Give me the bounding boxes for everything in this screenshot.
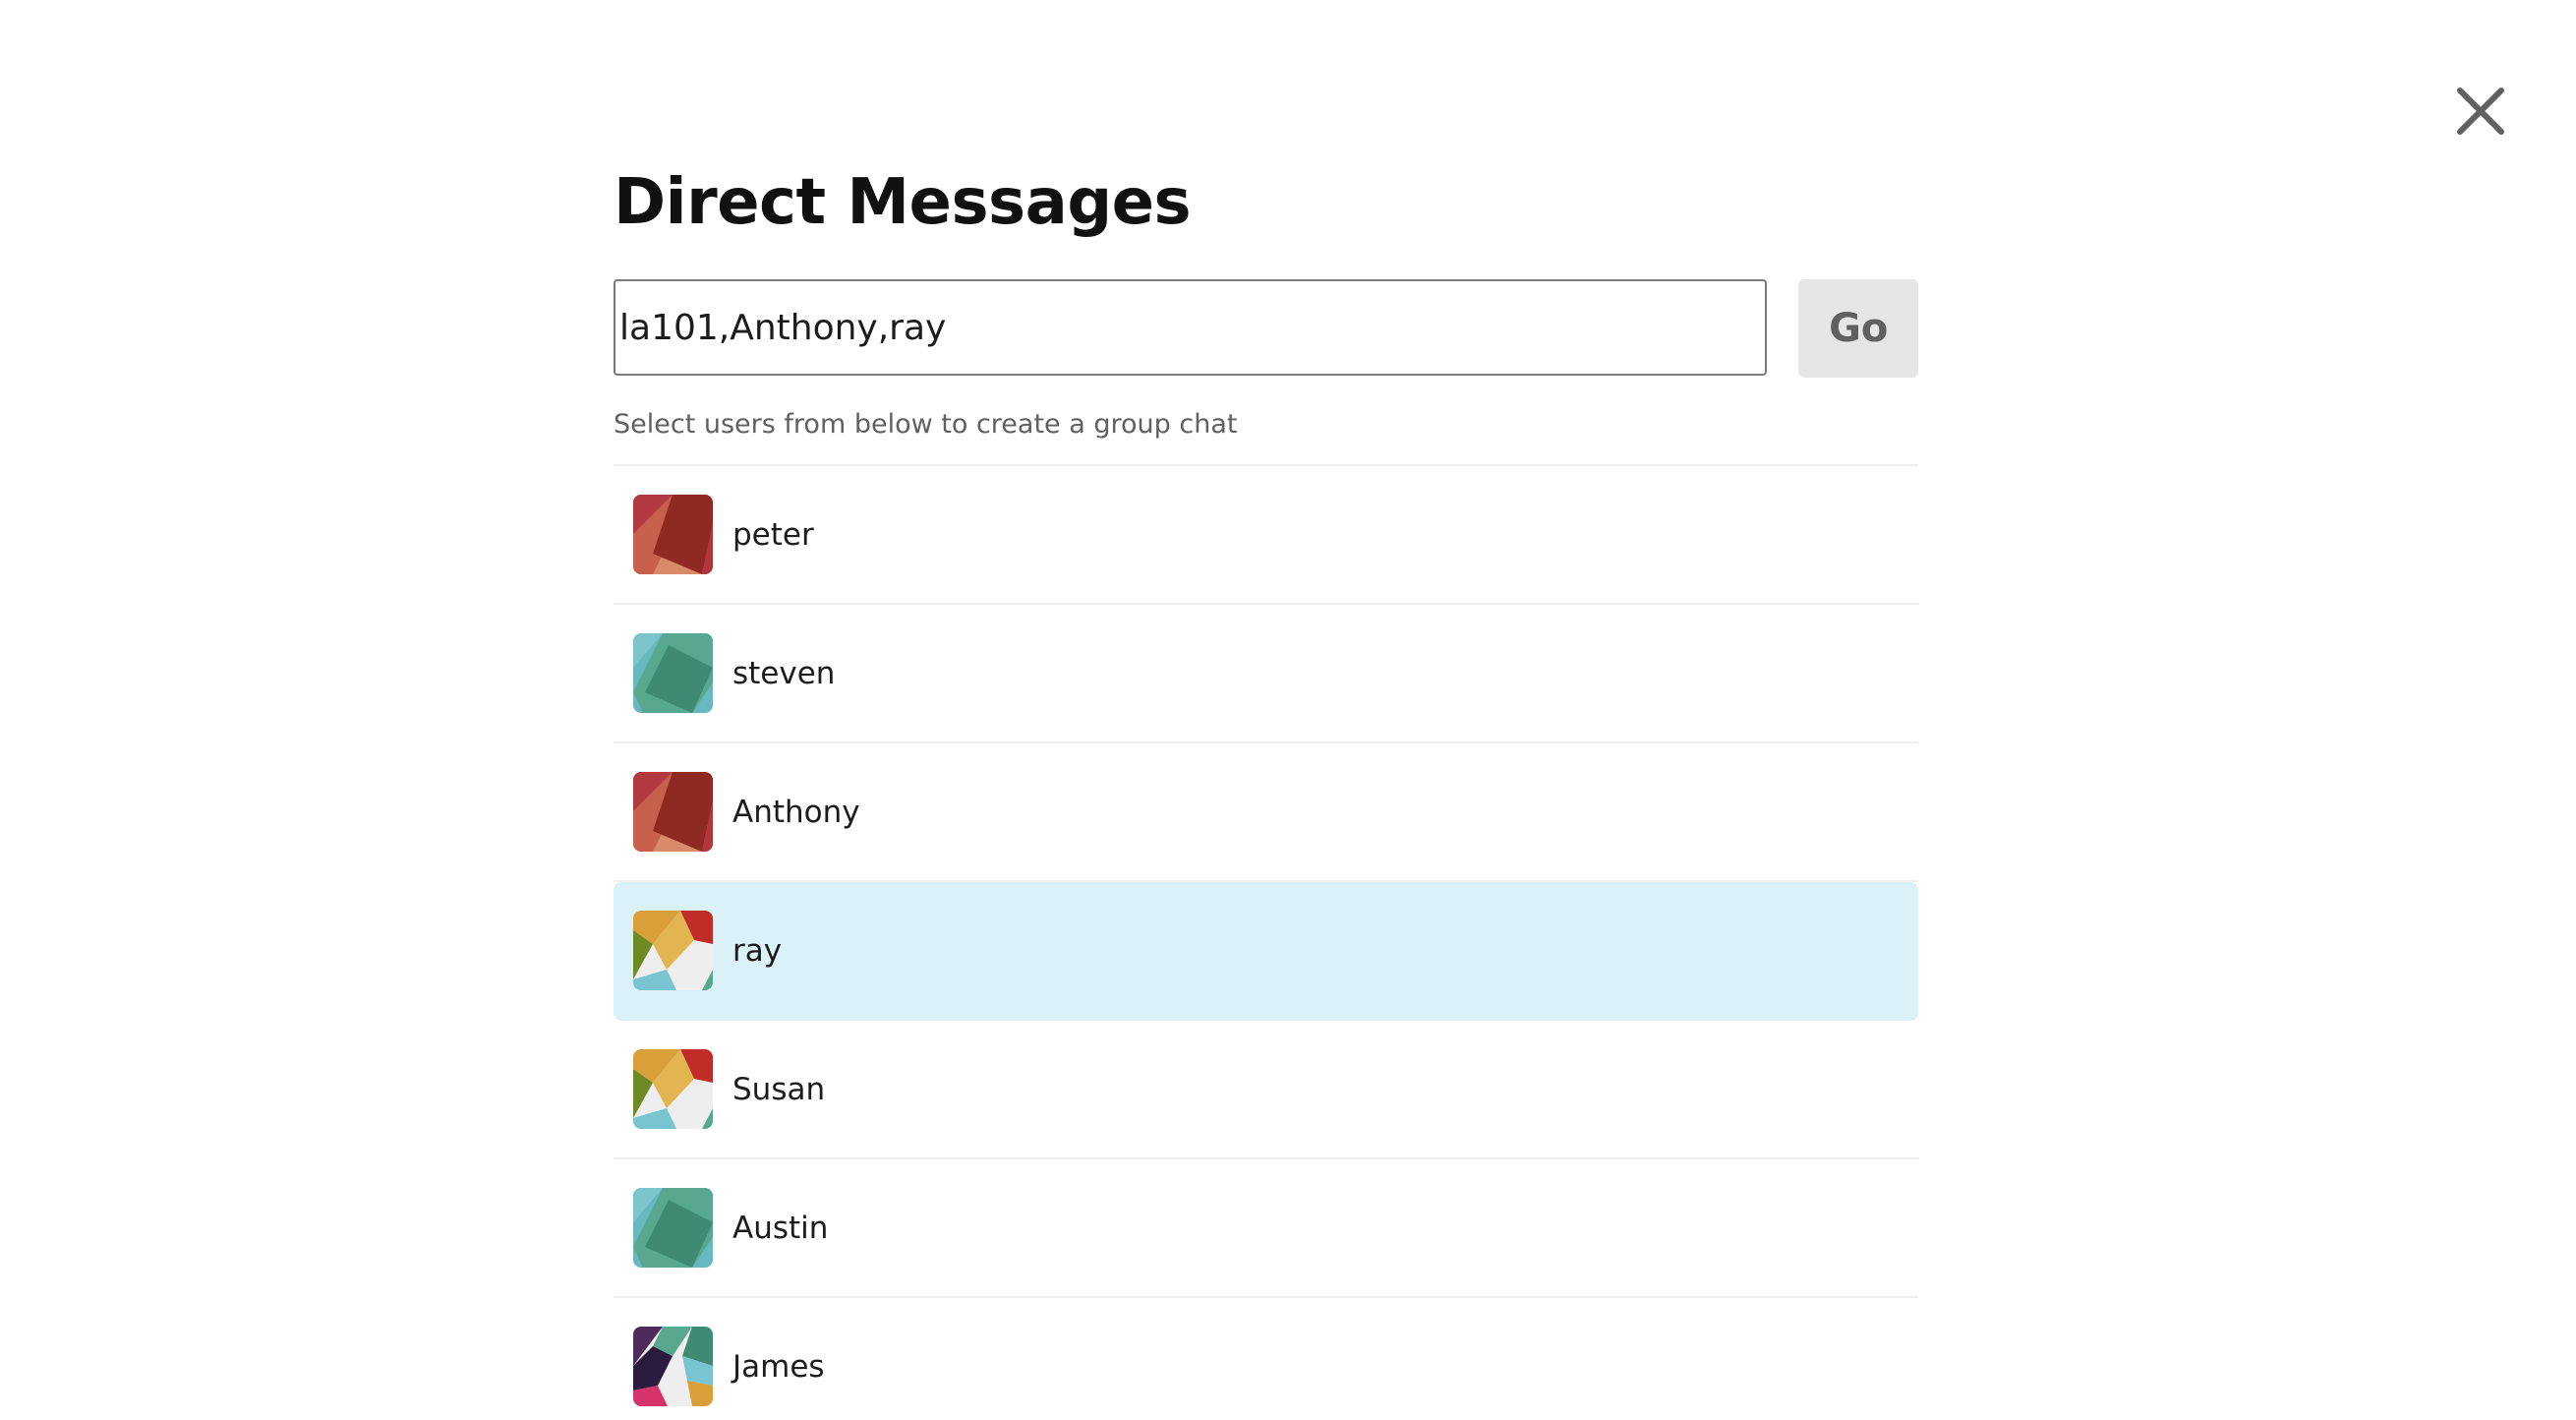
group-chat-hint: Select users from below to create a grou…: [614, 409, 1238, 440]
avatar: [633, 495, 713, 574]
close-icon: [2457, 88, 2504, 135]
close-button[interactable]: [2454, 85, 2507, 138]
user-name: James: [732, 1348, 825, 1385]
avatar: [633, 772, 713, 852]
user-name: ray: [732, 932, 783, 969]
go-button[interactable]: Go: [1798, 279, 1918, 378]
search-row: Go: [614, 279, 1918, 378]
user-row-susan[interactable]: Susan: [614, 1021, 1918, 1159]
user-row-steven[interactable]: steven: [614, 605, 1918, 743]
user-list: peter steven Anthony ray Susan Austin James: [614, 464, 1918, 1420]
user-name: peter: [732, 516, 814, 553]
avatar: [633, 633, 713, 713]
modal-content: Direct Messages Go Select users from bel…: [614, 161, 1918, 1420]
avatar: [633, 1327, 713, 1406]
user-row-james[interactable]: James: [614, 1298, 1918, 1420]
user-row-anthony[interactable]: Anthony: [614, 743, 1918, 882]
user-row-austin[interactable]: Austin: [614, 1159, 1918, 1298]
avatar: [633, 911, 713, 990]
user-name: Susan: [732, 1071, 826, 1107]
users-search-input[interactable]: [614, 279, 1768, 376]
avatar: [633, 1049, 713, 1129]
avatar: [633, 1188, 713, 1268]
user-name: steven: [732, 655, 836, 691]
user-row-ray[interactable]: ray: [614, 882, 1918, 1021]
page-title: Direct Messages: [614, 166, 1192, 239]
user-name: Austin: [732, 1210, 829, 1246]
user-name: Anthony: [732, 794, 860, 830]
user-row-peter[interactable]: peter: [614, 466, 1918, 605]
direct-messages-modal: Direct Messages Go Select users from bel…: [0, 0, 2576, 1420]
